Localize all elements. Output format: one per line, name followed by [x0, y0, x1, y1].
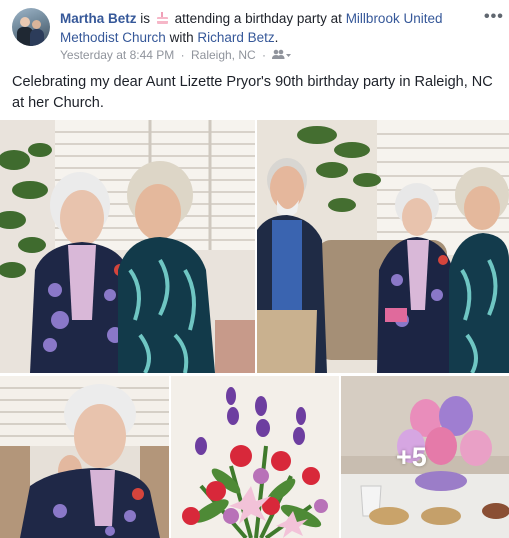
more-options-icon[interactable]: •••	[484, 8, 504, 26]
post-photo-2[interactable]	[257, 120, 509, 373]
meta-separator-2: ·	[262, 48, 267, 62]
friends-audience-icon[interactable]	[272, 49, 292, 61]
post-header: Martha Betz is attending a birthday part…	[0, 0, 509, 66]
activity-text: attending a birthday party at	[174, 11, 342, 26]
tagged-friend-link[interactable]: Richard Betz	[197, 30, 274, 45]
author-name-link[interactable]: Martha Betz	[60, 11, 137, 26]
post-photo-5[interactable]: +5	[341, 376, 509, 538]
post-header-text: Martha Betz is attending a birthday part…	[60, 9, 470, 47]
post-photo-1[interactable]	[0, 120, 255, 373]
location-link[interactable]: Raleigh, NC	[191, 48, 256, 62]
meta-separator: ·	[180, 48, 185, 62]
with-text: with	[169, 30, 194, 45]
timestamp-link[interactable]: Yesterday at 8:44 PM	[60, 48, 174, 62]
post-photo-3[interactable]	[0, 376, 169, 538]
author-avatar[interactable]	[12, 8, 50, 46]
more-photos-count[interactable]: +5	[396, 442, 427, 473]
is-text: is	[140, 11, 151, 26]
post-photo-4[interactable]	[171, 376, 339, 538]
birthday-cake-icon	[156, 12, 169, 24]
post-meta: Yesterday at 8:44 PM · Raleigh, NC ·	[60, 47, 292, 63]
post-message: Celebrating my dear Aunt Lizette Pryor's…	[12, 74, 493, 111]
period-text: .	[274, 30, 279, 45]
